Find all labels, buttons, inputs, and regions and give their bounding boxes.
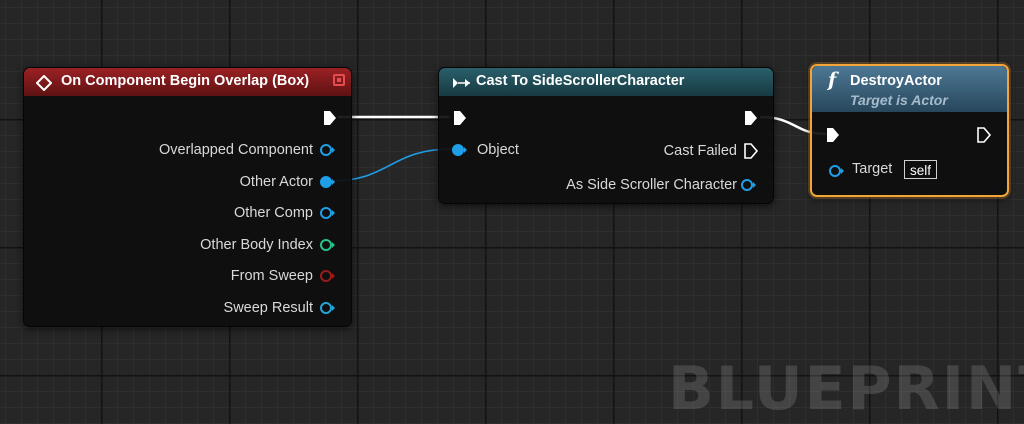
object-pin-icon[interactable] [740, 178, 758, 192]
node-title: On Component Begin Overlap (Box) [61, 73, 310, 89]
exec-input-pin-icon[interactable] [452, 109, 468, 127]
blueprint-graph[interactable]: On Component Begin Overlap (Box) Overlap… [0, 0, 1024, 424]
object-input-pin-connected-icon[interactable] [451, 143, 469, 157]
node-header[interactable]: f DestroyActor Target is Actor [812, 66, 1007, 112]
node-header[interactable]: Cast To SideScrollerCharacter [439, 68, 773, 96]
node-subtitle: Target is Actor [850, 92, 948, 108]
pin-label-sweep-result: Sweep Result [223, 300, 313, 316]
pin-label-target: Target [852, 161, 893, 177]
object-pin-connected-icon[interactable] [319, 175, 337, 189]
bool-pin-icon[interactable] [319, 269, 337, 283]
object-pin-icon[interactable] [319, 206, 337, 220]
pin-label-other-body-index: Other Body Index [200, 237, 313, 253]
pin-label-as-side-scroller-character: As Side Scroller Character [566, 177, 737, 193]
pin-label-from-sweep: From Sweep [230, 268, 313, 284]
pin-label-object: Object [477, 142, 519, 158]
pin-label-other-actor: Other Actor [239, 174, 313, 190]
int-pin-icon[interactable] [319, 238, 337, 252]
exec-input-pin-icon[interactable] [825, 126, 841, 144]
object-pin-icon[interactable] [828, 164, 846, 178]
exec-output-pin-icon[interactable] [743, 109, 759, 127]
pin-label-overlapped-component: Overlapped Component [159, 142, 313, 158]
node-title: DestroyActor [850, 73, 942, 89]
exec-output-pin-unconnected-icon[interactable] [976, 126, 992, 144]
target-default-value[interactable]: self [904, 160, 938, 179]
event-diamond-icon [36, 75, 52, 91]
node-header[interactable]: On Component Begin Overlap (Box) [24, 68, 351, 96]
pin-label-cast-failed: Cast Failed [663, 143, 737, 159]
exec-output-pin-unconnected-icon[interactable] [743, 142, 759, 160]
event-node-component-begin-overlap[interactable]: On Component Begin Overlap (Box) Overlap… [23, 67, 352, 327]
object-pin-icon[interactable] [319, 143, 337, 157]
blueprint-watermark: BLUEPRINT [668, 354, 1024, 424]
exec-output-pin-icon[interactable] [322, 109, 338, 127]
pin-label-other-comp: Other Comp [234, 205, 313, 221]
delegate-pin-icon[interactable] [333, 74, 345, 86]
function-icon: f [828, 69, 837, 91]
struct-pin-icon[interactable] [319, 301, 337, 315]
node-title: Cast To SideScrollerCharacter [476, 73, 685, 89]
cast-arrows-icon [453, 78, 470, 88]
function-node-destroy-actor[interactable]: f DestroyActor Target is Actor Target se… [810, 64, 1009, 197]
cast-node-side-scroller-character[interactable]: Cast To SideScrollerCharacter Object Cas… [438, 67, 774, 204]
